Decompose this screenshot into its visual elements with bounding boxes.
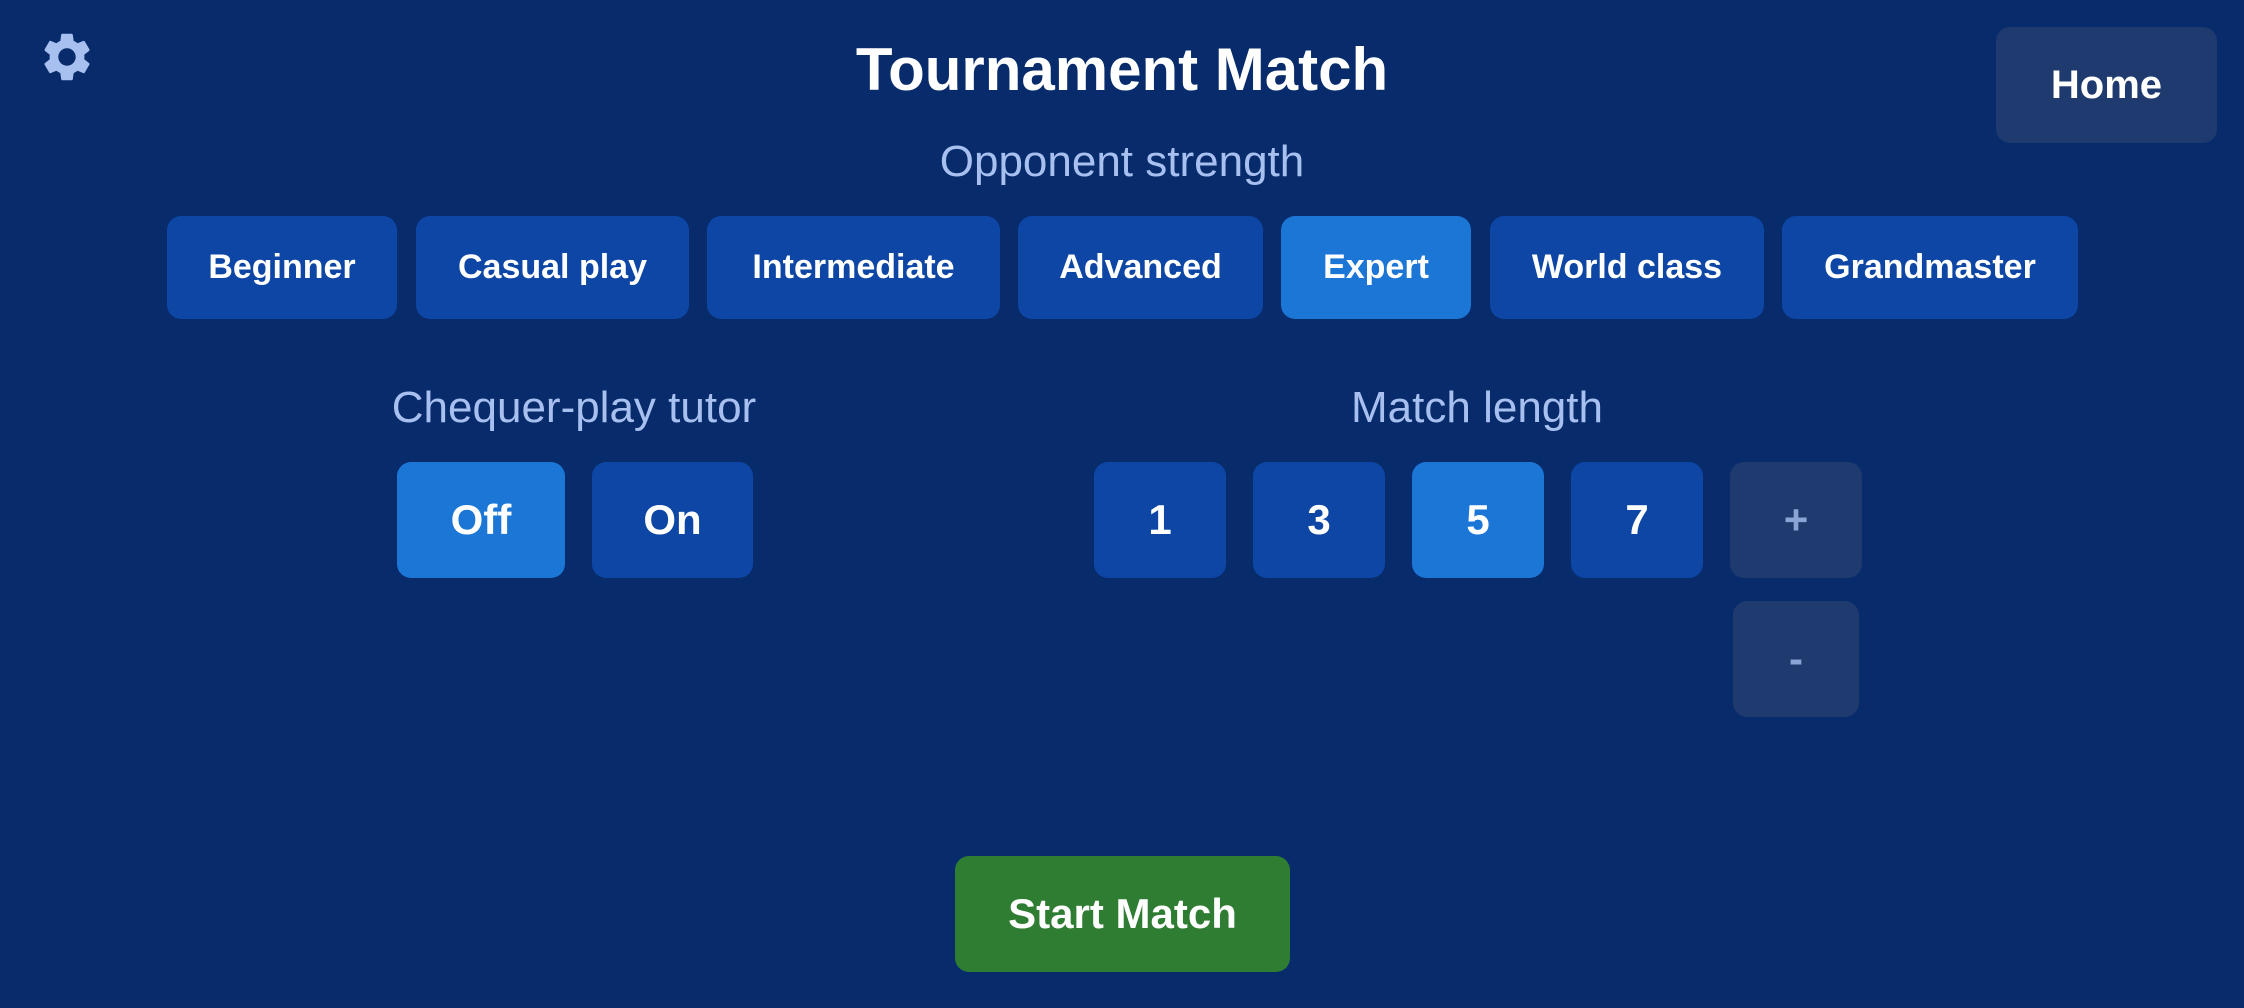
strength-grandmaster-button[interactable]: Grandmaster: [1782, 216, 2078, 319]
start-match-button[interactable]: Start Match: [955, 856, 1290, 972]
strength-beginner-button[interactable]: Beginner: [167, 216, 397, 319]
match-length-1-button[interactable]: 1: [1094, 462, 1226, 578]
match-length-decrement-button[interactable]: -: [1733, 601, 1859, 717]
strength-world-class-button[interactable]: World class: [1490, 216, 1764, 319]
tutor-label: Chequer-play tutor: [391, 383, 757, 432]
tutor-on-button[interactable]: On: [592, 462, 753, 578]
tutor-off-button[interactable]: Off: [397, 462, 565, 578]
match-length-label: Match length: [1351, 383, 1603, 432]
match-length-increment-button[interactable]: +: [1730, 462, 1862, 578]
page-title: Tournament Match: [855, 36, 1389, 103]
match-length-7-button[interactable]: 7: [1571, 462, 1703, 578]
home-button[interactable]: Home: [1996, 27, 2217, 143]
opponent-strength-label: Opponent strength: [939, 137, 1305, 186]
strength-expert-button[interactable]: Expert: [1281, 216, 1471, 319]
strength-intermediate-button[interactable]: Intermediate: [707, 216, 1000, 319]
strength-advanced-button[interactable]: Advanced: [1018, 216, 1263, 319]
match-length-3-button[interactable]: 3: [1253, 462, 1385, 578]
match-length-5-button[interactable]: 5: [1412, 462, 1544, 578]
strength-casual-play-button[interactable]: Casual play: [416, 216, 689, 319]
